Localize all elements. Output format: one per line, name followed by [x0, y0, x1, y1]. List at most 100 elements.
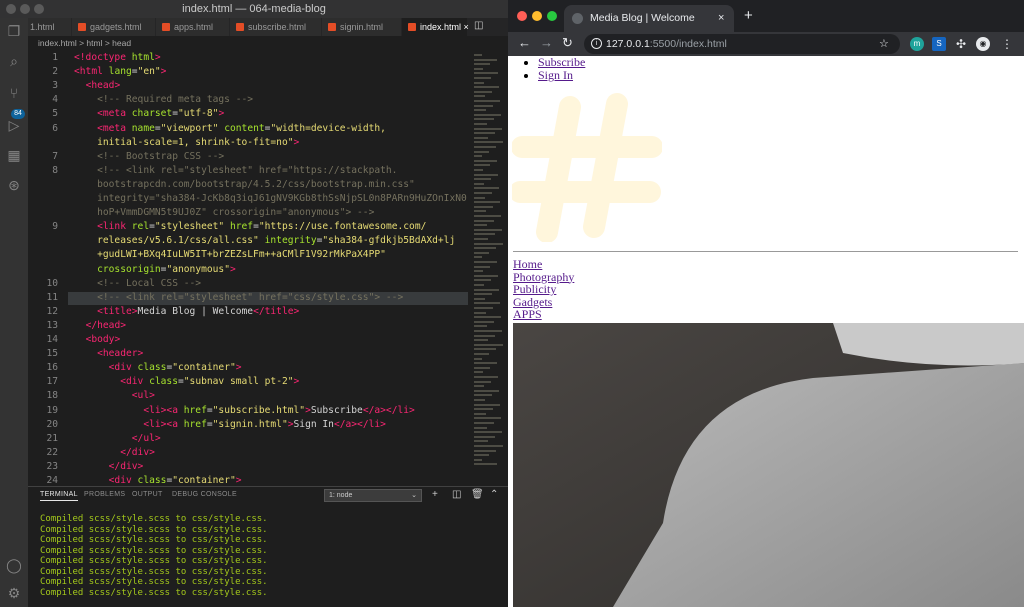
- main-nav: Home Photography Publicity Gadgets APPS: [513, 258, 574, 321]
- terminal-output[interactable]: Compiled scss/style.scss to css/style.cs…: [40, 514, 268, 598]
- code-line: initial-scale=1, shrink-to-fit=no">: [97, 136, 300, 148]
- bookmark-star-icon[interactable]: ☆: [879, 34, 889, 54]
- add-terminal-icon[interactable]: +: [432, 489, 438, 500]
- tab-output[interactable]: OUTPUT: [132, 491, 163, 498]
- minimap-line: [474, 288, 499, 291]
- site-logo[interactable]: [509, 92, 663, 246]
- gear-icon[interactable]: ⚙: [5, 584, 23, 602]
- html-file-icon: [162, 23, 170, 31]
- split-terminal-icon[interactable]: ◫: [452, 489, 461, 500]
- code-line: </div>: [120, 446, 155, 458]
- code-line: <li><a href="signin.html">Sign In</a></l…: [143, 418, 386, 430]
- new-tab-button[interactable]: +: [744, 7, 753, 24]
- tab-1-html[interactable]: 1.html: [28, 18, 72, 36]
- minimap-line: [474, 339, 488, 342]
- code-line: <!-- <link rel="stylesheet" href="https:…: [97, 164, 398, 176]
- close-tab-icon[interactable]: ×: [718, 5, 724, 32]
- minimap-line: [474, 343, 503, 346]
- browser-tab[interactable]: Media Blog | Welcome: [564, 5, 734, 32]
- minimap-line: [474, 210, 486, 213]
- code-line: <li><a href="subscribe.html">Subscribe</…: [143, 404, 415, 416]
- minimap-line: [474, 201, 500, 204]
- minimap-line: [474, 334, 495, 337]
- run-debug-icon[interactable]: ▷: [5, 116, 23, 134]
- minimap-line: [474, 215, 501, 217]
- zoom-dot[interactable]: [34, 4, 44, 14]
- tab-signin[interactable]: signin.html: [322, 18, 402, 36]
- minimap-line: [474, 408, 493, 411]
- remote-icon[interactable]: ⊛: [5, 176, 23, 194]
- minimap-line: [474, 173, 498, 176]
- line-number: 8: [52, 164, 58, 176]
- extension-s-icon[interactable]: S: [932, 37, 946, 51]
- minimap-line: [474, 136, 488, 139]
- minimap-line: [474, 412, 486, 415]
- account-icon[interactable]: ◯: [5, 556, 23, 574]
- tab-label: gadgets.html: [90, 22, 142, 32]
- divider: [513, 251, 1018, 252]
- web-page: Subscribe Sign In Home Photography Publi…: [508, 56, 1024, 607]
- tab-problems[interactable]: PROBLEMS: [84, 491, 125, 498]
- signin-link[interactable]: Sign In: [538, 68, 573, 82]
- minimap-line: [474, 100, 500, 102]
- info-icon[interactable]: i: [591, 38, 602, 49]
- tab-subscribe[interactable]: subscribe.html: [230, 18, 322, 36]
- search-icon[interactable]: ⌕: [5, 52, 23, 70]
- minimap-line: [474, 224, 487, 227]
- minimap-line: [474, 228, 502, 231]
- menu-kebab-icon[interactable]: ⋮: [1000, 37, 1014, 51]
- nav-apps-link[interactable]: APPS: [513, 307, 542, 321]
- minimap-line: [474, 403, 500, 406]
- line-number: 3: [52, 80, 58, 92]
- line-number: 10: [46, 277, 58, 289]
- puzzle-icon[interactable]: ✣: [954, 37, 968, 51]
- tab-index[interactable]: index.html ×: [402, 18, 469, 36]
- minimap[interactable]: [470, 50, 508, 486]
- extension-m-icon[interactable]: m: [910, 37, 924, 51]
- tab-debug-console[interactable]: DEBUG CONSOLE: [172, 491, 237, 498]
- code-line: </head>: [85, 319, 126, 331]
- minimap-line: [474, 353, 489, 355]
- minimap-line: [474, 146, 496, 148]
- close-dot[interactable]: [517, 11, 527, 21]
- terminal-line: Compiled scss/style.scss to css/style.cs…: [40, 535, 268, 545]
- profile-avatar-icon[interactable]: ◉: [976, 37, 990, 51]
- back-icon[interactable]: ←: [518, 35, 531, 50]
- minimap-line: [474, 178, 491, 181]
- line-number: 24: [46, 475, 58, 486]
- address-bar[interactable]: i 127.0.0.1:5500/index.html ☆: [584, 34, 900, 54]
- url-host: 127.0.0.1: [606, 38, 650, 50]
- tab-terminal[interactable]: TERMINAL: [40, 491, 78, 501]
- source-control-icon[interactable]: ⑂: [5, 84, 23, 102]
- forward-icon[interactable]: →: [540, 35, 553, 50]
- explorer-icon[interactable]: ❐: [5, 22, 23, 40]
- close-tab-icon[interactable]: ×: [464, 22, 469, 32]
- code-editor[interactable]: 1 <!doctype html> 2 <html lang="en"> 3 <head…: [28, 50, 470, 486]
- close-dot[interactable]: [6, 4, 16, 14]
- minimap-line: [474, 205, 493, 208]
- extensions-icon[interactable]: ▦: [5, 146, 23, 164]
- code-line: <html lang="en">: [74, 66, 167, 78]
- subscribe-link[interactable]: Subscribe: [538, 55, 585, 69]
- minimize-dot[interactable]: [532, 11, 542, 21]
- breadcrumb[interactable]: index.html > html > head: [28, 36, 498, 50]
- terminal-select[interactable]: 1: node ⌄: [324, 489, 422, 502]
- code-line: crossorigin="anonymous">: [97, 263, 236, 275]
- chevron-up-icon[interactable]: ⌃: [490, 489, 498, 500]
- line-number: 9: [52, 221, 58, 233]
- minimize-dot[interactable]: [20, 4, 30, 14]
- tab-apps[interactable]: apps.html: [156, 18, 230, 36]
- minimap-line: [474, 426, 487, 429]
- reload-icon[interactable]: ↻: [562, 35, 573, 51]
- minimap-line: [474, 63, 490, 66]
- line-number: 12: [46, 305, 58, 317]
- tab-label: index.html: [420, 22, 462, 32]
- zoom-dot[interactable]: [547, 11, 557, 21]
- code-line: <!-- Required meta tags -->: [97, 94, 254, 106]
- trash-icon[interactable]: 🗑: [471, 489, 484, 500]
- terminal-line: Compiled scss/style.scss to css/style.cs…: [40, 514, 268, 524]
- minimap-line: [474, 192, 492, 194]
- split-editor-icon[interactable]: ◫: [474, 20, 483, 31]
- tab-gadgets[interactable]: gadgets.html: [72, 18, 156, 36]
- subnav-item: Sign In: [538, 69, 585, 82]
